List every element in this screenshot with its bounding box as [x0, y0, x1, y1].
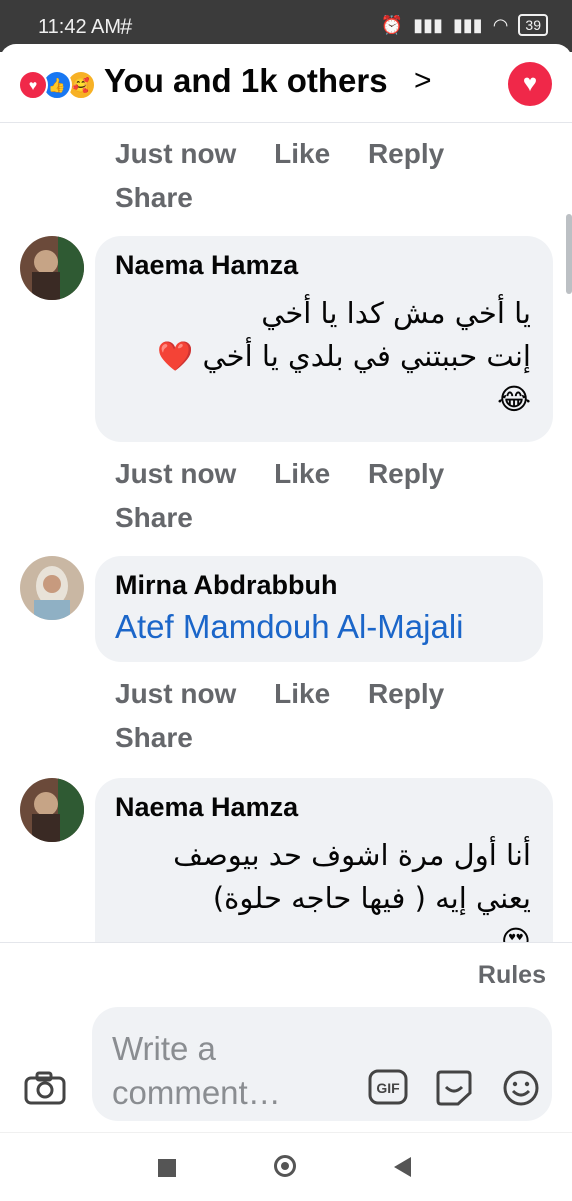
love-icon: ♥: [18, 70, 48, 100]
gif-label: GIF: [376, 1080, 400, 1096]
reply-button[interactable]: Reply: [368, 138, 444, 169]
share-button[interactable]: Share: [115, 182, 193, 213]
comment-composer-area: Rules Write a comment… GIF: [0, 942, 572, 1133]
sticker-icon[interactable]: [434, 1069, 474, 1112]
comment-placeholder[interactable]: Write a comment…: [112, 1027, 312, 1115]
alarm-icon: ⏰: [380, 14, 404, 35]
comment-line: إنت حببتني في بلدي يا أخي ❤️: [157, 339, 531, 373]
emoji-icon[interactable]: [502, 1069, 540, 1112]
comment-bubble[interactable]: Naema Hamza أنا أول مرة اشوف حد بيوصف يع…: [95, 778, 553, 942]
comments-sheet: ♥ 👍 🥰 You and 1k others > ♥ Just now Lik…: [0, 44, 572, 1200]
like-button[interactable]: Like: [274, 678, 330, 709]
signal-icon-2: ▮▮▮: [452, 14, 483, 35]
comment-author[interactable]: Mirna Abdrabbuh: [115, 570, 338, 601]
reply-button[interactable]: Reply: [368, 458, 444, 489]
comment-author[interactable]: Naema Hamza: [115, 250, 298, 281]
comment-bubble[interactable]: Mirna Abdrabbuh Atef Mamdouh Al-Majali: [95, 556, 543, 662]
comment-actions: Just now Like Reply Share: [115, 132, 474, 220]
love-react-button[interactable]: ♥: [508, 62, 552, 106]
avatar[interactable]: [20, 556, 84, 620]
comment-list: Just now Like Reply Share Naema Hamza يا…: [0, 122, 572, 942]
hash-icon: #: [120, 14, 133, 39]
like-button[interactable]: Like: [274, 138, 330, 169]
comment-time: Just now: [115, 138, 237, 169]
comment-author[interactable]: Naema Hamza: [115, 792, 298, 823]
rules-link[interactable]: Rules: [478, 961, 546, 990]
comment-input[interactable]: Write a comment… GIF: [92, 1007, 552, 1121]
comment-line: 😂: [497, 382, 531, 416]
comment-line: يعني إيه ( فيها حاجه حلوة): [212, 881, 531, 915]
avatar[interactable]: [20, 236, 84, 300]
comment-actions: Just now Like Reply Share: [115, 672, 474, 760]
status-time: 11:42 AM: [38, 16, 122, 38]
reactions-summary[interactable]: You and 1k others: [104, 62, 388, 100]
comment-bubble[interactable]: Naema Hamza يا أخي مش كدا يا أخي إنت حبب…: [95, 236, 553, 442]
wifi-icon: ◠: [492, 14, 509, 35]
status-icons: ⏰ ▮▮▮ ▮▮▮ ◠ 39: [381, 14, 548, 36]
comment-text: يا أخي مش كدا يا أخي إنت حببتني في بلدي …: [157, 292, 531, 421]
home-button[interactable]: [274, 1155, 296, 1177]
recents-button[interactable]: [158, 1159, 176, 1177]
battery-icon: 39: [518, 14, 548, 36]
share-button[interactable]: Share: [115, 502, 193, 533]
comment-line: يا أخي مش كدا يا أخي: [261, 296, 531, 330]
comment-time: Just now: [115, 458, 237, 489]
camera-icon[interactable]: [24, 1071, 66, 1110]
like-button[interactable]: Like: [274, 458, 330, 489]
avatar[interactable]: [20, 778, 84, 842]
reactions-header[interactable]: ♥ 👍 🥰 You and 1k others > ♥: [0, 44, 572, 123]
system-nav-bar: [0, 1132, 572, 1201]
back-button[interactable]: [394, 1157, 411, 1177]
reaction-icons: ♥ 👍 🥰: [18, 70, 96, 100]
mention-link[interactable]: Atef Mamdouh Al-Majali: [115, 608, 463, 646]
comment-line: 😍: [500, 924, 531, 942]
comment-text: أنا أول مرة اشوف حد بيوصف يعني إيه ( فيه…: [173, 834, 531, 942]
share-button[interactable]: Share: [115, 722, 193, 753]
gif-icon[interactable]: GIF: [368, 1069, 408, 1110]
comment-actions: Just now Like Reply Share: [115, 452, 474, 540]
comment-line: أنا أول مرة اشوف حد بيوصف: [173, 838, 531, 872]
signal-icon: ▮▮▮: [413, 14, 443, 35]
comment-time: Just now: [115, 678, 237, 709]
reply-button[interactable]: Reply: [368, 678, 444, 709]
chevron-right-icon[interactable]: >: [414, 64, 432, 98]
